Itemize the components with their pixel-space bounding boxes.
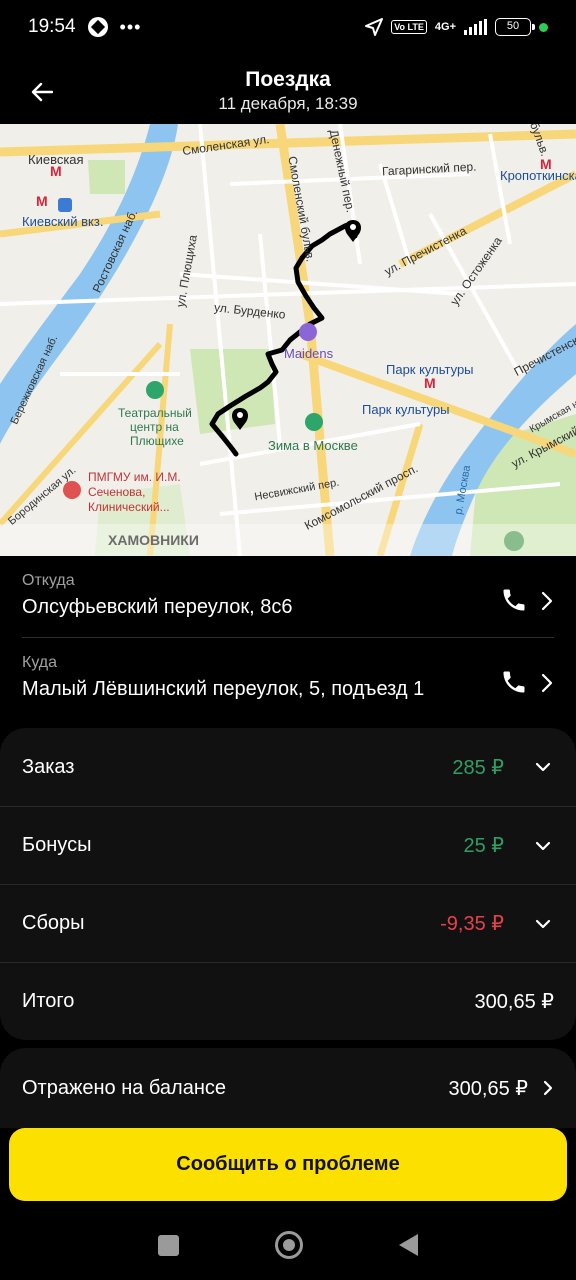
network-type: 4G+ <box>434 21 456 33</box>
back-button[interactable] <box>22 72 62 112</box>
order-value: 285 ₽ <box>452 756 504 779</box>
total-label: Итого <box>22 990 75 1012</box>
phone-icon[interactable] <box>500 668 528 696</box>
map-label-zima: Зима в Москве <box>268 438 358 453</box>
map-label-pmgmu-2: Сеченова, <box>88 485 146 499</box>
privacy-dot-icon <box>539 22 548 32</box>
signal-icon <box>464 19 487 35</box>
order-row[interactable]: Заказ 285 ₽ <box>0 728 576 806</box>
chevron-right-icon <box>543 1080 553 1096</box>
map-label-kievskiy-vkz: Киевский вкз. <box>22 214 104 229</box>
to-label: Куда <box>22 654 58 671</box>
home-icon[interactable] <box>275 1231 303 1259</box>
from-label: Откуда <box>22 572 75 589</box>
location-arrow-icon <box>365 18 384 36</box>
fees-value: -9,35 ₽ <box>440 913 504 935</box>
chevron-right-icon <box>541 591 553 611</box>
recents-icon[interactable] <box>158 1234 179 1256</box>
chevron-right-icon <box>541 673 553 693</box>
bonus-label: Бонусы <box>22 834 92 856</box>
payment-summary-card: Заказ 285 ₽ Бонусы 25 ₽ Сборы -9,35 ₽ Ит… <box>0 728 576 1040</box>
balance-row[interactable]: Отражено на балансе 300,65 ₽ <box>0 1048 576 1128</box>
trip-date: 11 декабря, 18:39 <box>218 94 358 113</box>
report-problem-button[interactable]: Сообщить о проблеме <box>9 1128 567 1201</box>
map-label-kievskaya: Киевская <box>28 152 84 167</box>
map-label-teatr-2: центр на <box>130 420 179 434</box>
balance-label: Отражено на балансе <box>22 1076 226 1099</box>
map-label-pmgmu-3: Клинический... <box>88 500 170 514</box>
volte-badge: Vo LTE <box>391 20 427 34</box>
trip-map[interactable]: M M M M Киевская Киевский вкз. Смоленска… <box>0 124 576 556</box>
page-header: Поездка 11 декабря, 18:39 <box>0 62 576 122</box>
status-bar: 19:54 ••• Vo LTE 4G+ 50 <box>0 0 576 54</box>
from-address: Олсуфьевский переулок, 8с6 <box>22 596 293 618</box>
map-label-teatr-1: Театральный <box>118 406 192 420</box>
total-row: Итого 300,65 ₽ <box>0 962 576 1040</box>
bonus-value: 25 ₽ <box>463 835 504 857</box>
map-label-maidens: Maidens <box>284 346 334 361</box>
fees-label: Сборы <box>22 912 85 934</box>
chevron-down-icon <box>535 919 551 928</box>
map-label-kropotkinskaya: Кропоткинская <box>500 168 576 183</box>
status-time: 19:54 <box>28 16 76 37</box>
fees-row[interactable]: Сборы -9,35 ₽ <box>0 884 576 962</box>
battery-icon: 50 <box>495 18 535 36</box>
map-label-pmgmu-1: ПМГМУ им. И.М. <box>88 470 181 484</box>
chevron-down-icon <box>535 762 551 772</box>
order-label: Заказ <box>22 755 75 778</box>
back-triangle-icon[interactable] <box>399 1234 418 1256</box>
map-label-park-kultury-1: Парк культуры <box>386 362 474 377</box>
arrow-left-icon <box>31 82 53 102</box>
app-notification-icon <box>87 17 108 37</box>
chevron-down-icon <box>535 841 551 850</box>
to-address: Малый Лёвшинский переулок, 5, подъезд 1 <box>22 678 425 700</box>
balance-value: 300,65 ₽ <box>448 1077 528 1100</box>
total-value: 300,65 ₽ <box>474 991 554 1013</box>
more-notifications-icon: ••• <box>119 16 142 37</box>
route-to-row[interactable]: Куда Малый Лёвшинский переулок, 5, подъе… <box>22 638 554 718</box>
route-from-row[interactable]: Откуда Олсуфьевский переулок, 8с6 <box>22 556 554 636</box>
map-label-khamovniki: ХАМОВНИКИ <box>108 532 199 548</box>
svg-text:M: M <box>424 375 436 391</box>
svg-text:M: M <box>36 193 48 209</box>
phone-icon[interactable] <box>500 586 528 614</box>
map-label-teatr-3: Плющихе <box>130 434 184 448</box>
bonus-row[interactable]: Бонусы 25 ₽ <box>0 806 576 884</box>
page-title: Поездка <box>245 68 331 91</box>
system-nav-bar <box>0 1210 576 1280</box>
map-label-park-kultury-2: Парк культуры <box>362 402 450 417</box>
route-card: Откуда Олсуфьевский переулок, 8с6 Куда М… <box>0 556 576 718</box>
